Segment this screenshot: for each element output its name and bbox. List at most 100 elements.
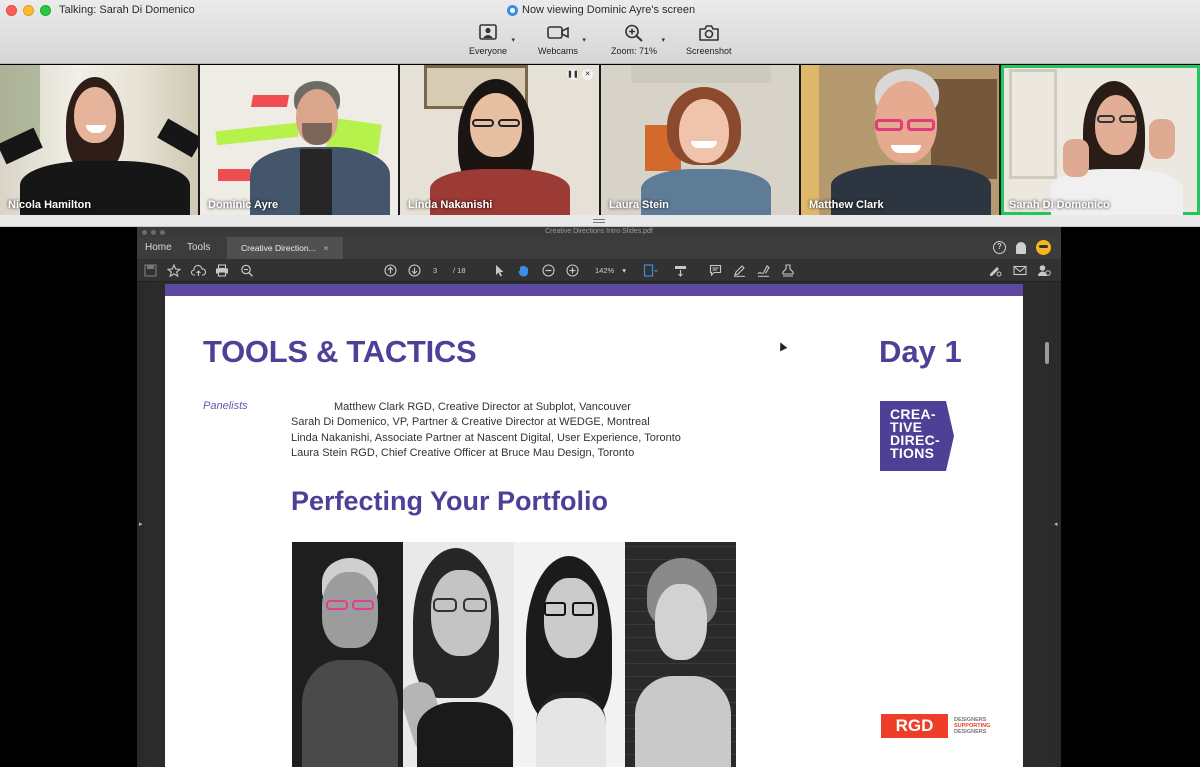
print-icon[interactable] [215, 264, 229, 277]
page-view-icon[interactable] [643, 264, 659, 277]
participant-name: Laura Stein [609, 199, 669, 211]
chevron-left-icon: ◂ [1054, 521, 1058, 528]
pdf-file-title: Creative Directions Intro Slides.pdf [545, 228, 653, 235]
close-icon[interactable]: ✕ [582, 69, 593, 80]
slide-accent-bar [165, 284, 1023, 296]
video-camera-icon [547, 26, 569, 39]
mouse-cursor-icon [776, 340, 788, 352]
left-panel-toggle[interactable]: ▸ [137, 282, 146, 767]
close-tab-icon[interactable]: × [324, 243, 329, 253]
panelists-label: Panelists [203, 400, 248, 412]
participant-name: Matthew Clark [809, 199, 884, 211]
webcams-button[interactable]: ▾ Webcams [538, 24, 586, 56]
creative-directions-logo: CREA- TIVE DIREC- TIONS [880, 401, 954, 471]
zoom-in-icon[interactable] [566, 264, 579, 277]
pdf-slide-page: TOOLS & TACTICS Day 1 Panelists Matthew … [165, 284, 1023, 767]
document-scrollbar[interactable] [1043, 287, 1051, 767]
chevron-down-icon: ▾ [511, 37, 516, 44]
panelist-line: Sarah Di Domenico, VP, Partner & Creativ… [291, 416, 650, 429]
email-icon[interactable] [1013, 264, 1027, 277]
participant-video [601, 65, 799, 215]
webcams-label: Webcams [538, 46, 578, 56]
acrobat-toolbar: 3 / 18 142% ▾ [137, 259, 1061, 282]
panelist-photo [514, 542, 625, 767]
comment-icon[interactable] [709, 264, 722, 277]
tile-controls: ❚❚ ✕ [567, 69, 593, 80]
highlight-pen-icon[interactable] [733, 264, 746, 277]
screenshot-button[interactable]: Screenshot [686, 24, 732, 56]
stamp-icon[interactable] [781, 264, 795, 277]
tab-home[interactable]: Home [145, 237, 172, 259]
rgd-logo-mark: RGD [881, 714, 948, 738]
drag-handle-icon[interactable] [593, 219, 605, 223]
select-pointer-icon[interactable] [494, 264, 505, 277]
save-icon[interactable] [144, 264, 157, 277]
avatar[interactable] [1036, 240, 1051, 255]
fill-sign-icon[interactable] [988, 264, 1002, 277]
search-icon[interactable] [240, 264, 254, 277]
zoom-percent-select[interactable]: 142% ▾ [595, 264, 626, 277]
panelist-photo [292, 542, 403, 767]
upload-cloud-icon[interactable] [191, 264, 206, 277]
bell-icon[interactable] [1016, 241, 1026, 254]
maximize-window-button[interactable] [40, 5, 51, 16]
rgd-logo: RGD DESIGNERS SUPPORTING DESIGNERS [881, 714, 990, 738]
participant-video [0, 65, 198, 215]
scrollbar-thumb[interactable] [1045, 342, 1049, 364]
previous-page-icon[interactable] [384, 264, 397, 277]
page-number-input[interactable]: 3 [433, 264, 437, 277]
camera-icon [698, 25, 719, 41]
participant-video [400, 65, 599, 215]
participant-tile[interactable]: Matthew Clark [801, 65, 999, 215]
chevron-down-icon: ▾ [661, 37, 666, 44]
zoom-level-button[interactable]: ▾ Zoom: 71% [611, 24, 665, 56]
panelist-line: Matthew Clark RGD, Creative Director at … [334, 401, 631, 413]
help-icon[interactable]: ? [993, 241, 1006, 254]
tab-tools[interactable]: Tools [187, 237, 210, 259]
shared-screen-acrobat: Creative Directions Intro Slides.pdf Hom… [137, 227, 1061, 767]
everyone-view-button[interactable]: ▾ Everyone [469, 24, 515, 56]
bookmark-star-icon[interactable] [167, 264, 181, 277]
participant-tile[interactable]: ❚❚ ✕ Linda Nakanishi [400, 65, 599, 215]
zoom-percent-value: 142% [595, 266, 615, 275]
participant-video-strip: Nicola Hamilton Dominic Ayre ❚❚ ✕ Linda … [0, 65, 1200, 215]
acrobat-tab-bar: Home Tools Creative Direction... × ? [137, 237, 1061, 259]
participant-tile[interactable]: Nicola Hamilton [0, 65, 198, 215]
everyone-label: Everyone [469, 46, 508, 56]
split-divider[interactable] [0, 215, 1200, 227]
participant-name: Dominic Ayre [208, 199, 279, 211]
participant-name: Linda Nakanishi [408, 199, 493, 211]
participant-tile[interactable]: Dominic Ayre [200, 65, 398, 215]
hand-tool-icon[interactable] [517, 264, 530, 277]
slide-subtitle: Perfecting Your Portfolio [291, 486, 609, 516]
sign-icon[interactable] [757, 264, 770, 277]
viewing-text: Now viewing Dominic Ayre's screen [522, 4, 696, 16]
slide-day-label: Day 1 [879, 334, 962, 369]
page-total: / 18 [453, 266, 466, 275]
add-user-icon[interactable] [1037, 264, 1051, 277]
logo-line: TIONS [890, 445, 935, 461]
zoom-out-icon[interactable] [542, 264, 555, 277]
pause-icon[interactable]: ❚❚ [567, 69, 579, 80]
chevron-down-icon: ▾ [582, 37, 586, 44]
minimize-window-button[interactable] [23, 5, 34, 16]
tab-document-label: Creative Direction... [241, 243, 316, 253]
zoom-title-bar: Talking: Sarah Di Domenico Now viewing D… [0, 0, 1200, 64]
tab-document[interactable]: Creative Direction... × [227, 237, 343, 259]
chevron-right-icon: ▸ [139, 521, 143, 528]
right-panel-toggle[interactable]: ◂ [1052, 282, 1061, 767]
window-controls [6, 5, 51, 16]
participant-name: Nicola Hamilton [8, 199, 92, 211]
acrobat-account-area: ? [993, 240, 1051, 255]
close-window-button[interactable] [6, 5, 17, 16]
next-page-icon[interactable] [408, 264, 421, 277]
panelist-photos [292, 542, 736, 767]
participant-tile[interactable]: Laura Stein [601, 65, 799, 215]
window-controls [142, 230, 165, 235]
talking-indicator: Talking: Sarah Di Domenico [59, 4, 195, 16]
participant-tile-active-speaker[interactable]: Sarah Di Domenico [1001, 65, 1200, 215]
zoom-label: Zoom: 71% [611, 46, 658, 56]
zoom-in-icon [625, 24, 643, 42]
scroll-mode-icon[interactable] [674, 264, 687, 277]
panelist-line: Laura Stein RGD, Chief Creative Officer … [291, 446, 635, 459]
